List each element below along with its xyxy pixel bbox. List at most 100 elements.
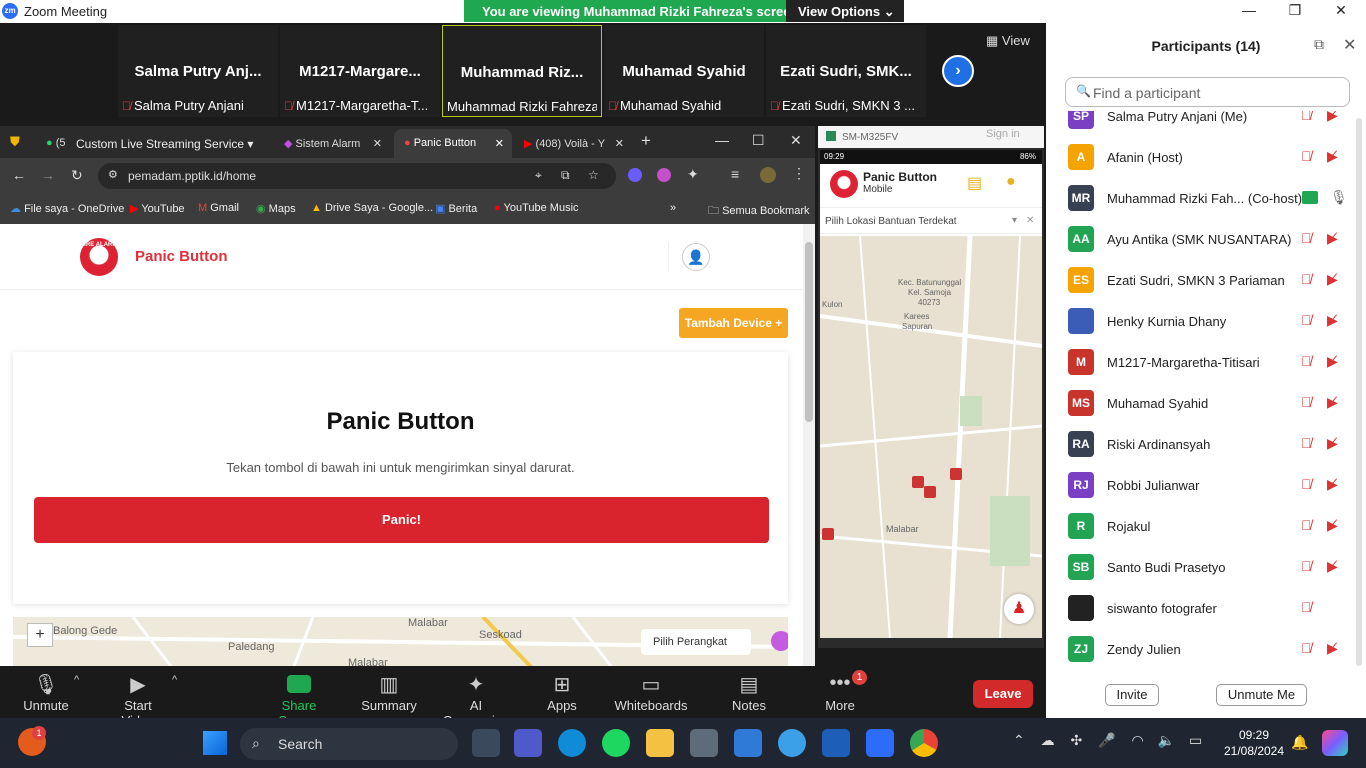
muted-mic-icon[interactable]: 🎙̸ bbox=[1301, 230, 1312, 246]
file-explorer-icon[interactable] bbox=[646, 729, 674, 757]
cast-icon[interactable]: ⧉ bbox=[561, 168, 570, 183]
close-tab-icon[interactable]: ✕ bbox=[495, 137, 504, 150]
next-page-icon[interactable]: › bbox=[942, 55, 974, 87]
bookmark-berita[interactable]: ▣ Berita bbox=[435, 202, 477, 215]
user-icon[interactable]: ● bbox=[1006, 173, 1016, 191]
video-tile[interactable]: Muhamad Syahid 🎙̸ Muhamad Syahid bbox=[604, 25, 764, 117]
bookmark-onedrive[interactable]: ☁ File saya - OneDrive bbox=[10, 202, 124, 215]
close-tab-icon[interactable]: ✕ bbox=[615, 137, 624, 150]
url-input[interactable]: ⚙ pemadam.pptik.id/home ⌖ ⧉ ☆ bbox=[98, 163, 616, 189]
forward-icon[interactable]: → bbox=[41, 167, 55, 183]
summary-button[interactable]: ▥ Summary bbox=[360, 672, 418, 713]
bookmark-youtube[interactable]: ▶ YouTube bbox=[130, 202, 185, 215]
store-icon[interactable] bbox=[734, 729, 762, 757]
site-info-icon[interactable]: ⚙ bbox=[108, 168, 118, 181]
unmute-me-button[interactable]: Unmute Me bbox=[1216, 684, 1307, 706]
participant-row[interactable]: A Afanin (Host) 🎙̸ ▶̸ bbox=[1046, 138, 1354, 179]
participant-scrollbar[interactable] bbox=[1356, 118, 1362, 666]
bookmark-drive[interactable]: ▲ Drive Saya - Google... bbox=[311, 202, 433, 214]
video-off-icon[interactable]: ▶̸ bbox=[1327, 353, 1338, 370]
map-zoom-in-button[interactable]: + bbox=[27, 623, 53, 647]
bookmark-maps[interactable]: ◉ Maps bbox=[256, 202, 296, 215]
media-control-icon[interactable]: ≡ bbox=[731, 166, 739, 182]
view-options-button[interactable]: View Options ⌄ bbox=[786, 0, 904, 22]
muted-mic-icon[interactable]: 🎙̸ bbox=[1301, 111, 1312, 123]
participant-row[interactable]: RA Riski Ardinansyah 🎙̸ ▶̸ bbox=[1046, 425, 1354, 466]
fire-station-marker[interactable] bbox=[912, 476, 924, 488]
app-tray-icon[interactable]: ✣ bbox=[1071, 732, 1083, 748]
video-tile[interactable]: Muhammad Riz... Muhammad Rizki Fahreza bbox=[442, 25, 602, 117]
invite-button[interactable]: Invite bbox=[1105, 684, 1159, 706]
sign-in-button[interactable]: Sign in bbox=[986, 128, 1020, 140]
muted-mic-icon[interactable]: 🎙̸ bbox=[1301, 558, 1312, 574]
close-icon[interactable]: ✕ bbox=[790, 132, 802, 149]
cloud-icon[interactable]: ☁ bbox=[1041, 732, 1055, 748]
apps-button[interactable]: ⊞ Apps bbox=[542, 672, 582, 713]
reload-icon[interactable]: ↻ bbox=[71, 167, 83, 184]
minimize-icon[interactable]: — bbox=[1234, 2, 1264, 20]
bookmark-gmail[interactable]: M Gmail bbox=[198, 202, 239, 214]
video-off-icon[interactable]: ▶̸ bbox=[1327, 148, 1338, 165]
location-icon[interactable]: ⌖ bbox=[535, 168, 542, 183]
mic-icon[interactable]: 🎙 bbox=[1330, 189, 1348, 206]
windows-start-icon[interactable] bbox=[203, 731, 227, 755]
tab-live-streaming[interactable]: Custom Live Streaming Service ▾ bbox=[66, 129, 262, 158]
calendar-icon[interactable]: ▤ bbox=[967, 173, 982, 193]
fire-alarm-logo[interactable]: FIRE ALARM bbox=[80, 238, 118, 276]
location-select[interactable]: Pilih Lokasi Bantuan Terdekat ▾ ✕ bbox=[820, 208, 1042, 234]
page-scrollbar[interactable] bbox=[803, 224, 815, 666]
fire-station-marker[interactable] bbox=[950, 468, 962, 480]
assistant-icon[interactable] bbox=[771, 631, 788, 651]
bookmark-star-icon[interactable]: ☆ bbox=[588, 168, 599, 182]
participant-row[interactable]: M M1217-Margaretha-Titisari 🎙̸ ▶̸ bbox=[1046, 343, 1354, 384]
muted-mic-icon[interactable]: 🎙̸ bbox=[1301, 271, 1312, 287]
microphone-icon[interactable]: 🎤 bbox=[1098, 732, 1115, 748]
battery-icon[interactable]: ▭ bbox=[1189, 732, 1202, 748]
taskbar-search[interactable]: ⌕ Search bbox=[240, 728, 458, 760]
close-icon[interactable]: ✕ bbox=[1326, 2, 1356, 20]
view-button[interactable]: ▦ View bbox=[986, 33, 1030, 49]
fire-station-marker[interactable] bbox=[924, 486, 936, 498]
muted-mic-icon[interactable]: 🎙̸ bbox=[1301, 148, 1312, 164]
select-device-dropdown[interactable]: Pilih Perangkat bbox=[641, 629, 751, 655]
muted-mic-icon[interactable]: 🎙̸ bbox=[1301, 312, 1312, 328]
leave-button[interactable]: Leave bbox=[973, 680, 1033, 708]
tab-panic-button[interactable]: ● Panic Button ✕ bbox=[394, 129, 512, 158]
muted-mic-icon[interactable]: 🎙̸ bbox=[1301, 476, 1312, 492]
muted-mic-icon[interactable]: 🎙̸ bbox=[1301, 435, 1312, 451]
participant-row[interactable]: SB Santo Budi Prasetyo 🎙̸ ▶̸ bbox=[1046, 548, 1354, 589]
mobile-map[interactable]: Kec. Batununggal Kel. Samoja 40273 Karee… bbox=[820, 236, 1042, 638]
extension-icon[interactable] bbox=[628, 168, 642, 182]
tab-youtube[interactable]: ▶ (408) Voilà - Y ✕ bbox=[514, 129, 632, 158]
video-off-icon[interactable]: ▶̸ bbox=[1327, 640, 1338, 657]
participant-row[interactable]: RJ Robbi Julianwar 🎙̸ ▶̸ bbox=[1046, 466, 1354, 507]
user-profile-icon[interactable]: 👤 bbox=[682, 243, 710, 271]
participant-row[interactable]: SP Salma Putry Anjani (Me) 🎙̸ ▶̸ bbox=[1046, 111, 1354, 138]
video-off-icon[interactable]: ▶̸ bbox=[1327, 517, 1338, 534]
whiteboards-button[interactable]: ▭ Whiteboards bbox=[614, 672, 688, 713]
participant-row[interactable]: Henky Kurnia Dhany 🎙̸ ▶̸ bbox=[1046, 302, 1354, 343]
calculator-icon[interactable] bbox=[690, 729, 718, 757]
extensions-puzzle-icon[interactable]: ✦ bbox=[687, 166, 699, 183]
video-tile[interactable]: M1217-Margare... 🎙̸ M1217-Margaretha-T... bbox=[280, 25, 440, 117]
tab-whatsapp[interactable]: ● (52) bbox=[36, 129, 66, 158]
video-off-icon[interactable]: ▶̸ bbox=[1327, 111, 1338, 124]
video-tile[interactable]: Ezati Sudri, SMK... 🎙̸ Ezati Sudri, SMKN 3… bbox=[766, 25, 926, 117]
help-icon[interactable] bbox=[778, 729, 806, 757]
fire-station-marker[interactable] bbox=[822, 528, 834, 540]
participant-row[interactable]: siswanto fotografer 🎙̸ bbox=[1046, 589, 1354, 630]
device-map[interactable]: Balong Gede Paledang Malabar Seskoad Mal… bbox=[13, 617, 788, 666]
more-bookmarks-icon[interactable]: » bbox=[670, 202, 676, 214]
notes-button[interactable]: ▤ Notes bbox=[728, 672, 770, 713]
video-off-icon[interactable]: ▶̸ bbox=[1327, 558, 1338, 575]
spotify-icon[interactable] bbox=[602, 729, 630, 757]
zoom-taskbar-icon[interactable] bbox=[866, 729, 894, 757]
copilot-icon[interactable] bbox=[1322, 730, 1348, 756]
muted-mic-icon[interactable]: 🎙̸ bbox=[1301, 517, 1312, 533]
muted-mic-icon[interactable]: 🎙̸ bbox=[1301, 640, 1312, 656]
muted-mic-icon[interactable]: 🎙̸ bbox=[1301, 353, 1312, 369]
video-off-icon[interactable]: ▶̸ bbox=[1327, 476, 1338, 493]
volume-icon[interactable]: 🔈 bbox=[1158, 732, 1175, 748]
audio-options-icon[interactable]: ^ bbox=[74, 674, 79, 686]
participant-row[interactable]: R Rojakul 🎙̸ ▶̸ bbox=[1046, 507, 1354, 548]
